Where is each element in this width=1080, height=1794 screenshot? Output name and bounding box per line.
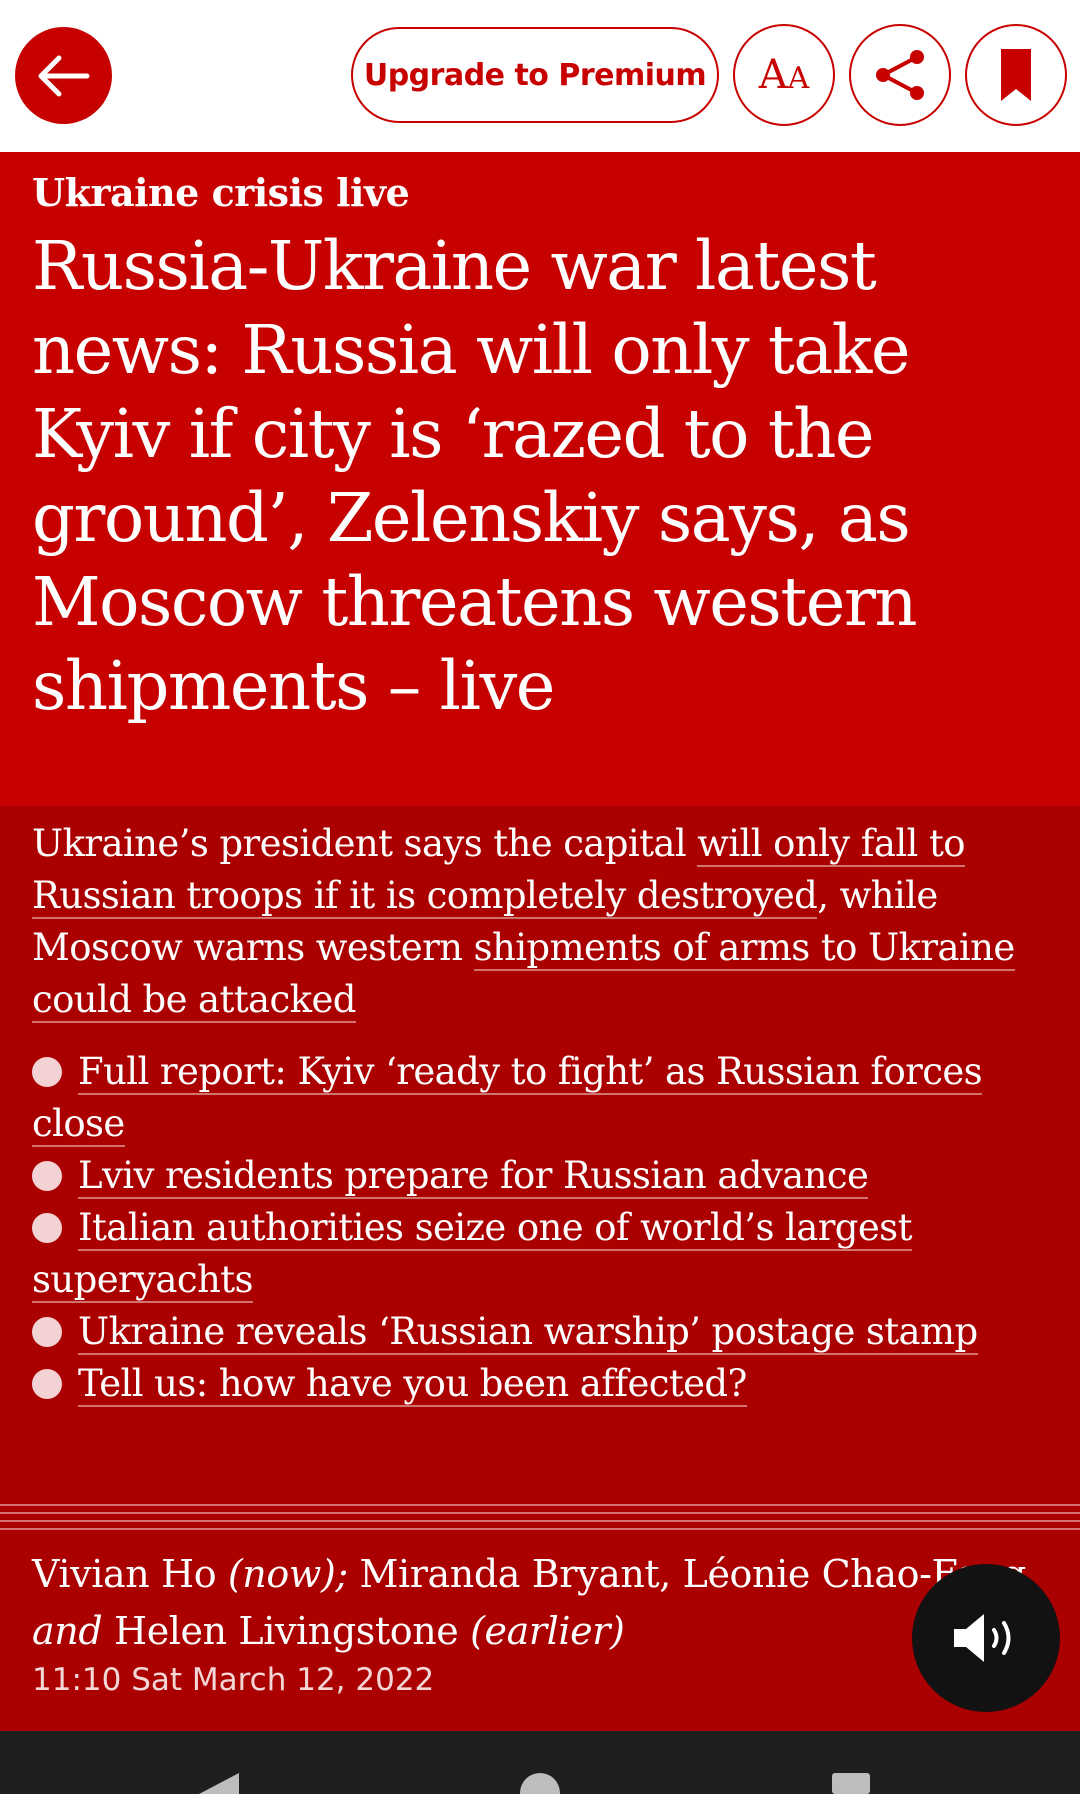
standfirst: Ukraine’s president says the capital wil… (32, 818, 1052, 1026)
bookmark-button[interactable] (965, 24, 1067, 126)
byline-conjunction: and (32, 1609, 103, 1653)
list-item: Full report: Kyiv ‘ready to fight’ as Ru… (32, 1046, 1052, 1150)
divider (0, 1528, 1080, 1530)
headline-section: Ukraine crisis live Russia-Ukraine war l… (0, 152, 1080, 806)
bullet-icon (32, 1369, 62, 1399)
divider (0, 1504, 1080, 1506)
text-size-button[interactable]: AA (733, 24, 835, 126)
standfirst-text: Ukraine’s president says the capital (32, 822, 698, 865)
bullet-icon (32, 1213, 62, 1243)
nav-home-icon[interactable] (518, 1771, 562, 1794)
list-item: Italian authorities seize one of world’s… (32, 1202, 1052, 1306)
nav-recents-icon[interactable] (830, 1771, 872, 1794)
byline-authors[interactable]: Miranda Bryant, Léonie Chao-Fong (360, 1552, 1027, 1596)
list-item: Tell us: how have you been affected? (32, 1358, 1052, 1410)
upgrade-premium-button[interactable]: Upgrade to Premium (351, 27, 719, 123)
related-link[interactable]: Ukraine reveals ‘Russian warship’ postag… (78, 1310, 978, 1355)
bullet-icon (32, 1317, 62, 1347)
article-headline: Russia-Ukraine war latest news: Russia w… (32, 227, 918, 725)
bullet-icon (32, 1161, 62, 1191)
list-item: Lviv residents prepare for Russian advan… (32, 1150, 1052, 1202)
byline-author[interactable]: Vivian Ho (32, 1552, 217, 1596)
speaker-icon (954, 1614, 1011, 1662)
byline-note: (now); (227, 1552, 348, 1596)
byline-author[interactable]: Helen Livingstone (114, 1609, 459, 1653)
share-icon (876, 50, 924, 100)
related-link[interactable]: Tell us: how have you been affected? (78, 1362, 747, 1407)
list-item: Ukraine reveals ‘Russian warship’ postag… (32, 1306, 1052, 1358)
text-size-icon: AA (758, 52, 810, 98)
related-link[interactable]: Italian authorities seize one of world’s… (32, 1206, 912, 1303)
share-button[interactable] (849, 24, 951, 126)
related-link[interactable]: Lviv residents prepare for Russian advan… (78, 1154, 869, 1199)
divider (0, 1520, 1080, 1522)
divider (0, 1512, 1080, 1514)
bookmark-icon (1001, 49, 1031, 101)
kicker-label[interactable]: Ukraine crisis live (32, 170, 410, 215)
related-links-list: Full report: Kyiv ‘ready to fight’ as Ru… (32, 1046, 1052, 1410)
nav-back-icon[interactable] (195, 1771, 243, 1794)
related-link[interactable]: Full report: Kyiv ‘ready to fight’ as Ru… (32, 1050, 983, 1147)
arrow-left-icon (38, 55, 89, 96)
listen-button[interactable] (912, 1564, 1060, 1712)
publish-timestamp: 11:10 Sat March 12, 2022 (32, 1662, 435, 1698)
system-nav-bar (0, 1731, 1080, 1794)
byline: Vivian Ho (now); Miranda Bryant, Léonie … (32, 1546, 1032, 1660)
top-toolbar: Upgrade to Premium AA (0, 0, 1080, 152)
upgrade-premium-label: Upgrade to Premium (363, 57, 707, 93)
byline-note: (earlier) (470, 1609, 625, 1653)
bullet-icon (32, 1057, 62, 1087)
back-button[interactable] (15, 27, 112, 124)
